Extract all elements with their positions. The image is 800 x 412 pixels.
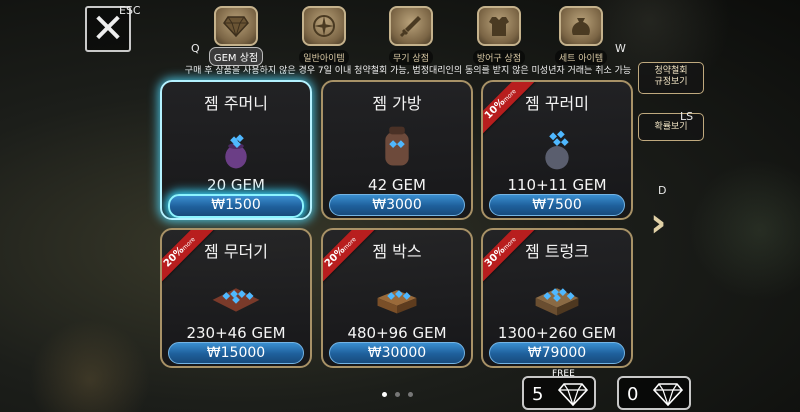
product-card[interactable]: 젬 주머니 20 GEM ₩1500 [160,80,312,220]
refund-policy-button[interactable]: 청약철회 규정보기 [638,62,704,94]
product-name: 젬 주머니 [204,94,268,113]
free-gem-counter: FREE 5 [522,369,596,410]
product-card[interactable]: 30%more 젬 트렁크 1300+260 GEM ₩79000 [481,228,633,368]
product-name: 젬 박스 [372,242,422,261]
buy-button[interactable]: ₩1500 [168,194,304,218]
sword-icon [389,6,433,46]
probability-button[interactable]: 확률보기 [638,113,704,141]
paid-gem-counter: 0 [617,376,691,410]
buy-button[interactable]: ₩30000 [329,342,465,364]
diamond-icon [214,6,258,46]
product-card[interactable]: 20%more 젬 무더기 230+46 GEM ₩15000 [160,228,312,368]
compass-icon [302,6,346,46]
product-name: 젬 무더기 [204,242,268,261]
product-name: 젬 꾸러미 [525,94,589,113]
product-card[interactable]: 젬 가방 42 GEM ₩3000 [321,80,473,220]
gem-amount: 1300+260 GEM [497,324,617,342]
next-page-arrow-icon[interactable]: › [650,200,666,246]
page-indicator-dot [395,392,400,397]
ls-key-hint: LS [680,110,694,123]
tab-armor-shop[interactable]: 방어구 상점 [464,6,534,65]
bag-icon [559,6,603,46]
armor-icon [477,6,521,46]
gem-trunk-icon [535,288,579,316]
gem-amount: 110+11 GEM [507,176,607,194]
gem-box-icon [377,290,417,314]
diamond-icon [653,383,683,406]
d-key-hint: D [658,184,667,197]
free-label: FREE [552,369,575,379]
gem-bag-icon [385,126,409,166]
product-name: 젬 가방 [372,94,422,113]
page-indicator-dot [408,392,413,397]
esc-key-hint: ESC [119,4,141,17]
next-tab-key-hint: W [615,42,626,55]
refund-notice: 구매 후 상품을 사용하지 않은 경우 7일 이내 청약철회 가능, 법정대리인… [184,66,632,76]
product-card[interactable]: 10%more 젬 꾸러미 110+11 GEM ₩7500 [481,80,633,220]
product-card[interactable]: 20%more 젬 박스 480+96 GEM ₩30000 [321,228,473,368]
prev-tab-key-hint: Q [191,42,200,55]
buy-button[interactable]: ₩3000 [329,194,465,216]
product-name: 젬 트렁크 [525,242,589,261]
buy-button[interactable]: ₩7500 [489,194,625,216]
gem-amount: 42 GEM [368,176,426,194]
buy-button[interactable]: ₩79000 [489,342,625,364]
buy-button[interactable]: ₩15000 [168,342,304,364]
gem-amount: 230+46 GEM [186,324,286,342]
paid-gem-count: 0 [627,384,639,405]
tab-weapon-shop[interactable]: 무기 상점 [376,6,446,65]
gem-pouch-icon [225,134,247,169]
gem-amount: 480+96 GEM [347,324,447,342]
free-gem-count: 5 [532,384,544,405]
diamond-icon [558,383,588,406]
tab-gem-shop[interactable]: GEM 상점 [201,6,271,66]
page-indicator-dot [382,392,387,397]
tab-set-items[interactable]: 세트 아이템 [546,6,616,65]
gem-bundle-icon [545,130,569,170]
tab-general-items[interactable]: 일반아이템 [289,6,359,65]
gem-pile-icon [212,288,260,312]
gem-amount: 20 GEM [207,176,265,194]
